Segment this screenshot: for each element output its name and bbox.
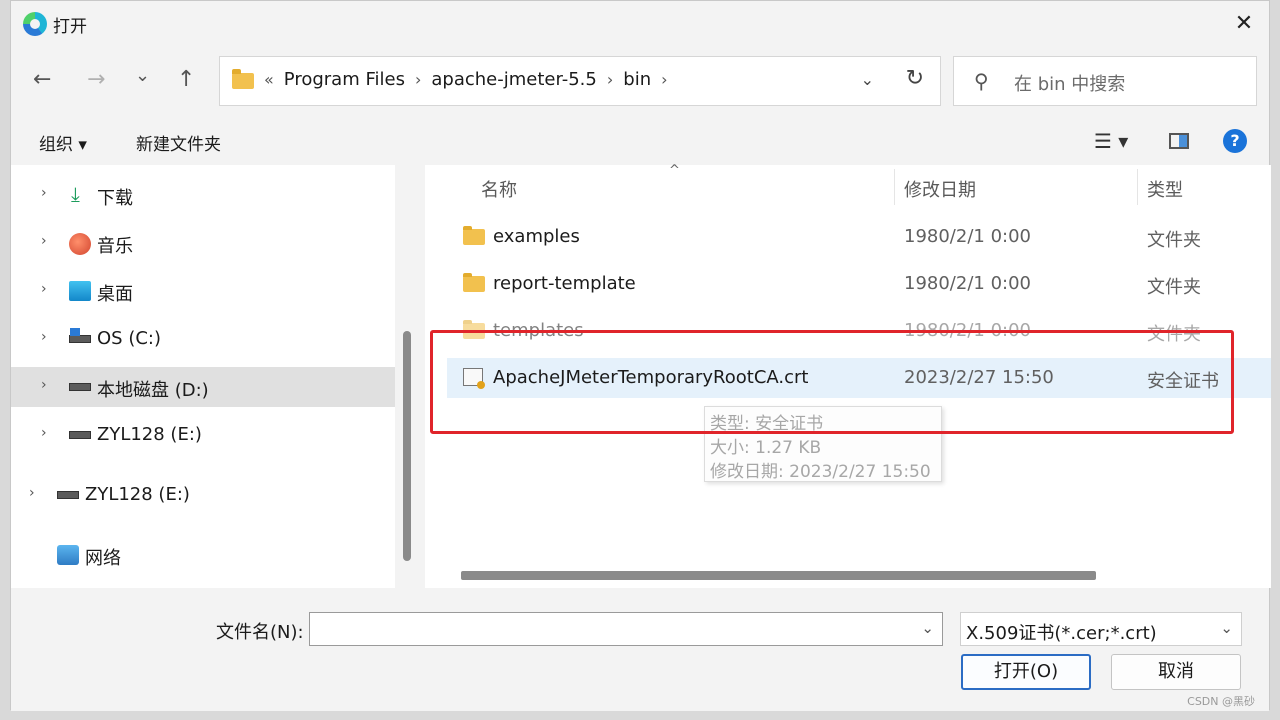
sidebar-item-network[interactable]: 网络: [11, 535, 395, 575]
sidebar-item-music[interactable]: › 音乐: [11, 223, 395, 263]
breadcrumb-apache-jmeter[interactable]: apache-jmeter-5.5: [431, 69, 596, 90]
sidebar-item-label: 音乐: [97, 236, 133, 257]
column-header-type[interactable]: 类型: [1138, 165, 1271, 207]
network-icon: [57, 545, 79, 565]
red-annotation-box: [430, 330, 1234, 434]
column-header-type-label: 类型: [1147, 180, 1183, 201]
close-button[interactable]: ✕: [1219, 1, 1269, 47]
new-folder-button[interactable]: 新建文件夹: [136, 130, 221, 155]
system-drive-icon: [69, 328, 91, 343]
back-arrow-icon[interactable]: ←: [33, 67, 51, 92]
chevron-down-icon[interactable]: ⌄: [1220, 619, 1233, 637]
chevron-right-icon[interactable]: ›: [41, 281, 47, 297]
file-type: 文件夹: [1147, 277, 1201, 298]
filetype-value: X.509证书(*.cer;*.crt): [966, 623, 1157, 644]
title-bar: 打开 ✕: [11, 1, 1269, 47]
breadcrumb-program-files[interactable]: Program Files: [284, 69, 405, 90]
open-button[interactable]: 打开(O): [961, 654, 1091, 690]
chevron-right-icon[interactable]: ›: [29, 485, 35, 501]
column-header-name-label: 名称: [481, 180, 517, 201]
sidebar-item-zyl128-e[interactable]: › ZYL128 (E:): [11, 415, 395, 455]
sidebar-scroll-thumb[interactable]: [403, 331, 411, 561]
command-toolbar: 组织 ▾ 新建文件夹 ☰ ▾ ?: [11, 117, 1269, 165]
tooltip-date: 修改日期: 2023/2/27 15:50: [710, 462, 931, 482]
usb-drive-icon: [57, 491, 79, 499]
chevron-right-icon[interactable]: ›: [415, 70, 421, 89]
sidebar-item-label: 网络: [85, 548, 121, 569]
sidebar-item-label: OS (C:): [97, 328, 161, 349]
filetype-select[interactable]: X.509证书(*.cer;*.crt) ⌄: [960, 612, 1242, 646]
edge-app-icon: [23, 12, 47, 36]
sidebar-scrollbar[interactable]: [396, 165, 426, 588]
sidebar-item-label: 下载: [97, 188, 133, 209]
chevron-right-icon[interactable]: ›: [41, 185, 47, 201]
breadcrumb-bin[interactable]: bin: [623, 69, 651, 90]
column-header-date-label: 修改日期: [904, 180, 976, 201]
refresh-icon[interactable]: ↻: [906, 66, 924, 91]
sidebar-item-downloads[interactable]: › ⤓ 下载: [11, 175, 395, 215]
chevron-down-icon[interactable]: ⌄: [921, 619, 934, 637]
column-header-name[interactable]: 名称: [447, 165, 894, 207]
chevron-right-icon[interactable]: ›: [41, 425, 47, 441]
help-icon[interactable]: ?: [1223, 129, 1247, 153]
address-dropdown-icon[interactable]: ⌄: [861, 70, 874, 89]
breadcrumb: « Program Files › apache-jmeter-5.5 › bi…: [264, 69, 678, 90]
sidebar-item-zyl128-e-removable[interactable]: › ZYL128 (E:): [11, 475, 395, 515]
column-header-date[interactable]: 修改日期: [895, 165, 1137, 207]
table-row[interactable]: report-template 1980/2/1 0:00 文件夹: [447, 264, 1271, 304]
sidebar-item-desktop[interactable]: › 桌面: [11, 271, 395, 311]
navigation-pane: › ⤓ 下载 › 音乐 › 桌面 › OS (C:) › 本地磁盘 (D:) ›…: [11, 165, 395, 588]
search-placeholder: 在 bin 中搜索: [1014, 74, 1126, 95]
file-date: 1980/2/1 0:00: [904, 273, 1031, 294]
preview-pane-icon[interactable]: [1169, 133, 1189, 149]
search-input[interactable]: ⚲ 在 bin 中搜索: [953, 56, 1257, 106]
sidebar-item-label: ZYL128 (E:): [97, 424, 202, 445]
sidebar-item-label: 本地磁盘 (D:): [97, 380, 209, 401]
folder-icon: [463, 226, 485, 245]
folder-icon: [463, 273, 485, 292]
dialog-footer: 文件名(N): ⌄ X.509证书(*.cer;*.crt) ⌄ 打开(O) 取…: [11, 588, 1269, 711]
cancel-button[interactable]: 取消: [1111, 654, 1241, 690]
table-row[interactable]: examples 1980/2/1 0:00 文件夹: [447, 217, 1271, 257]
breadcrumb-overflow[interactable]: «: [264, 70, 274, 89]
chevron-right-icon[interactable]: ›: [607, 70, 613, 89]
organize-button[interactable]: 组织 ▾: [39, 130, 87, 155]
forward-arrow-icon[interactable]: →: [87, 67, 105, 92]
chevron-right-icon[interactable]: ›: [41, 377, 47, 393]
horizontal-scroll-thumb[interactable]: [461, 571, 1096, 580]
filename-input[interactable]: ⌄: [309, 612, 943, 646]
sidebar-item-os-c[interactable]: › OS (C:): [11, 319, 395, 359]
file-date: 1980/2/1 0:00: [904, 226, 1031, 247]
watermark: CSDN @黑砂: [1187, 695, 1255, 708]
sidebar-item-label: 桌面: [97, 284, 133, 305]
file-name: report-template: [493, 273, 636, 294]
drive-icon: [69, 431, 91, 439]
address-bar[interactable]: « Program Files › apache-jmeter-5.5 › bi…: [219, 56, 941, 106]
file-name: examples: [493, 226, 580, 247]
recent-locations-chevron-icon[interactable]: ⌄: [135, 65, 150, 86]
view-options-icon[interactable]: ☰ ▾: [1094, 129, 1128, 153]
chevron-right-icon[interactable]: ›: [41, 329, 47, 345]
chevron-right-icon[interactable]: ›: [661, 70, 667, 89]
filename-label: 文件名(N):: [216, 622, 304, 643]
dialog-title: 打开: [53, 17, 87, 37]
up-arrow-icon[interactable]: ↑: [177, 67, 195, 92]
open-file-dialog: 打开 ✕ ← → ⌄ ↑ « Program Files › apache-jm…: [10, 0, 1271, 711]
desktop-icon: [69, 281, 91, 301]
folder-icon: [232, 69, 254, 89]
file-type: 文件夹: [1147, 230, 1201, 251]
sidebar-item-local-disk-d[interactable]: › 本地磁盘 (D:): [11, 367, 395, 407]
drive-icon: [69, 383, 91, 391]
navigation-bar: ← → ⌄ ↑ « Program Files › apache-jmeter-…: [11, 47, 1269, 117]
download-icon: ⤓: [71, 182, 80, 206]
tooltip-size: 大小: 1.27 KB: [710, 438, 822, 458]
search-icon: ⚲: [974, 69, 989, 93]
music-icon: [69, 233, 91, 255]
sidebar-item-label: ZYL128 (E:): [85, 484, 190, 505]
chevron-right-icon[interactable]: ›: [41, 233, 47, 249]
